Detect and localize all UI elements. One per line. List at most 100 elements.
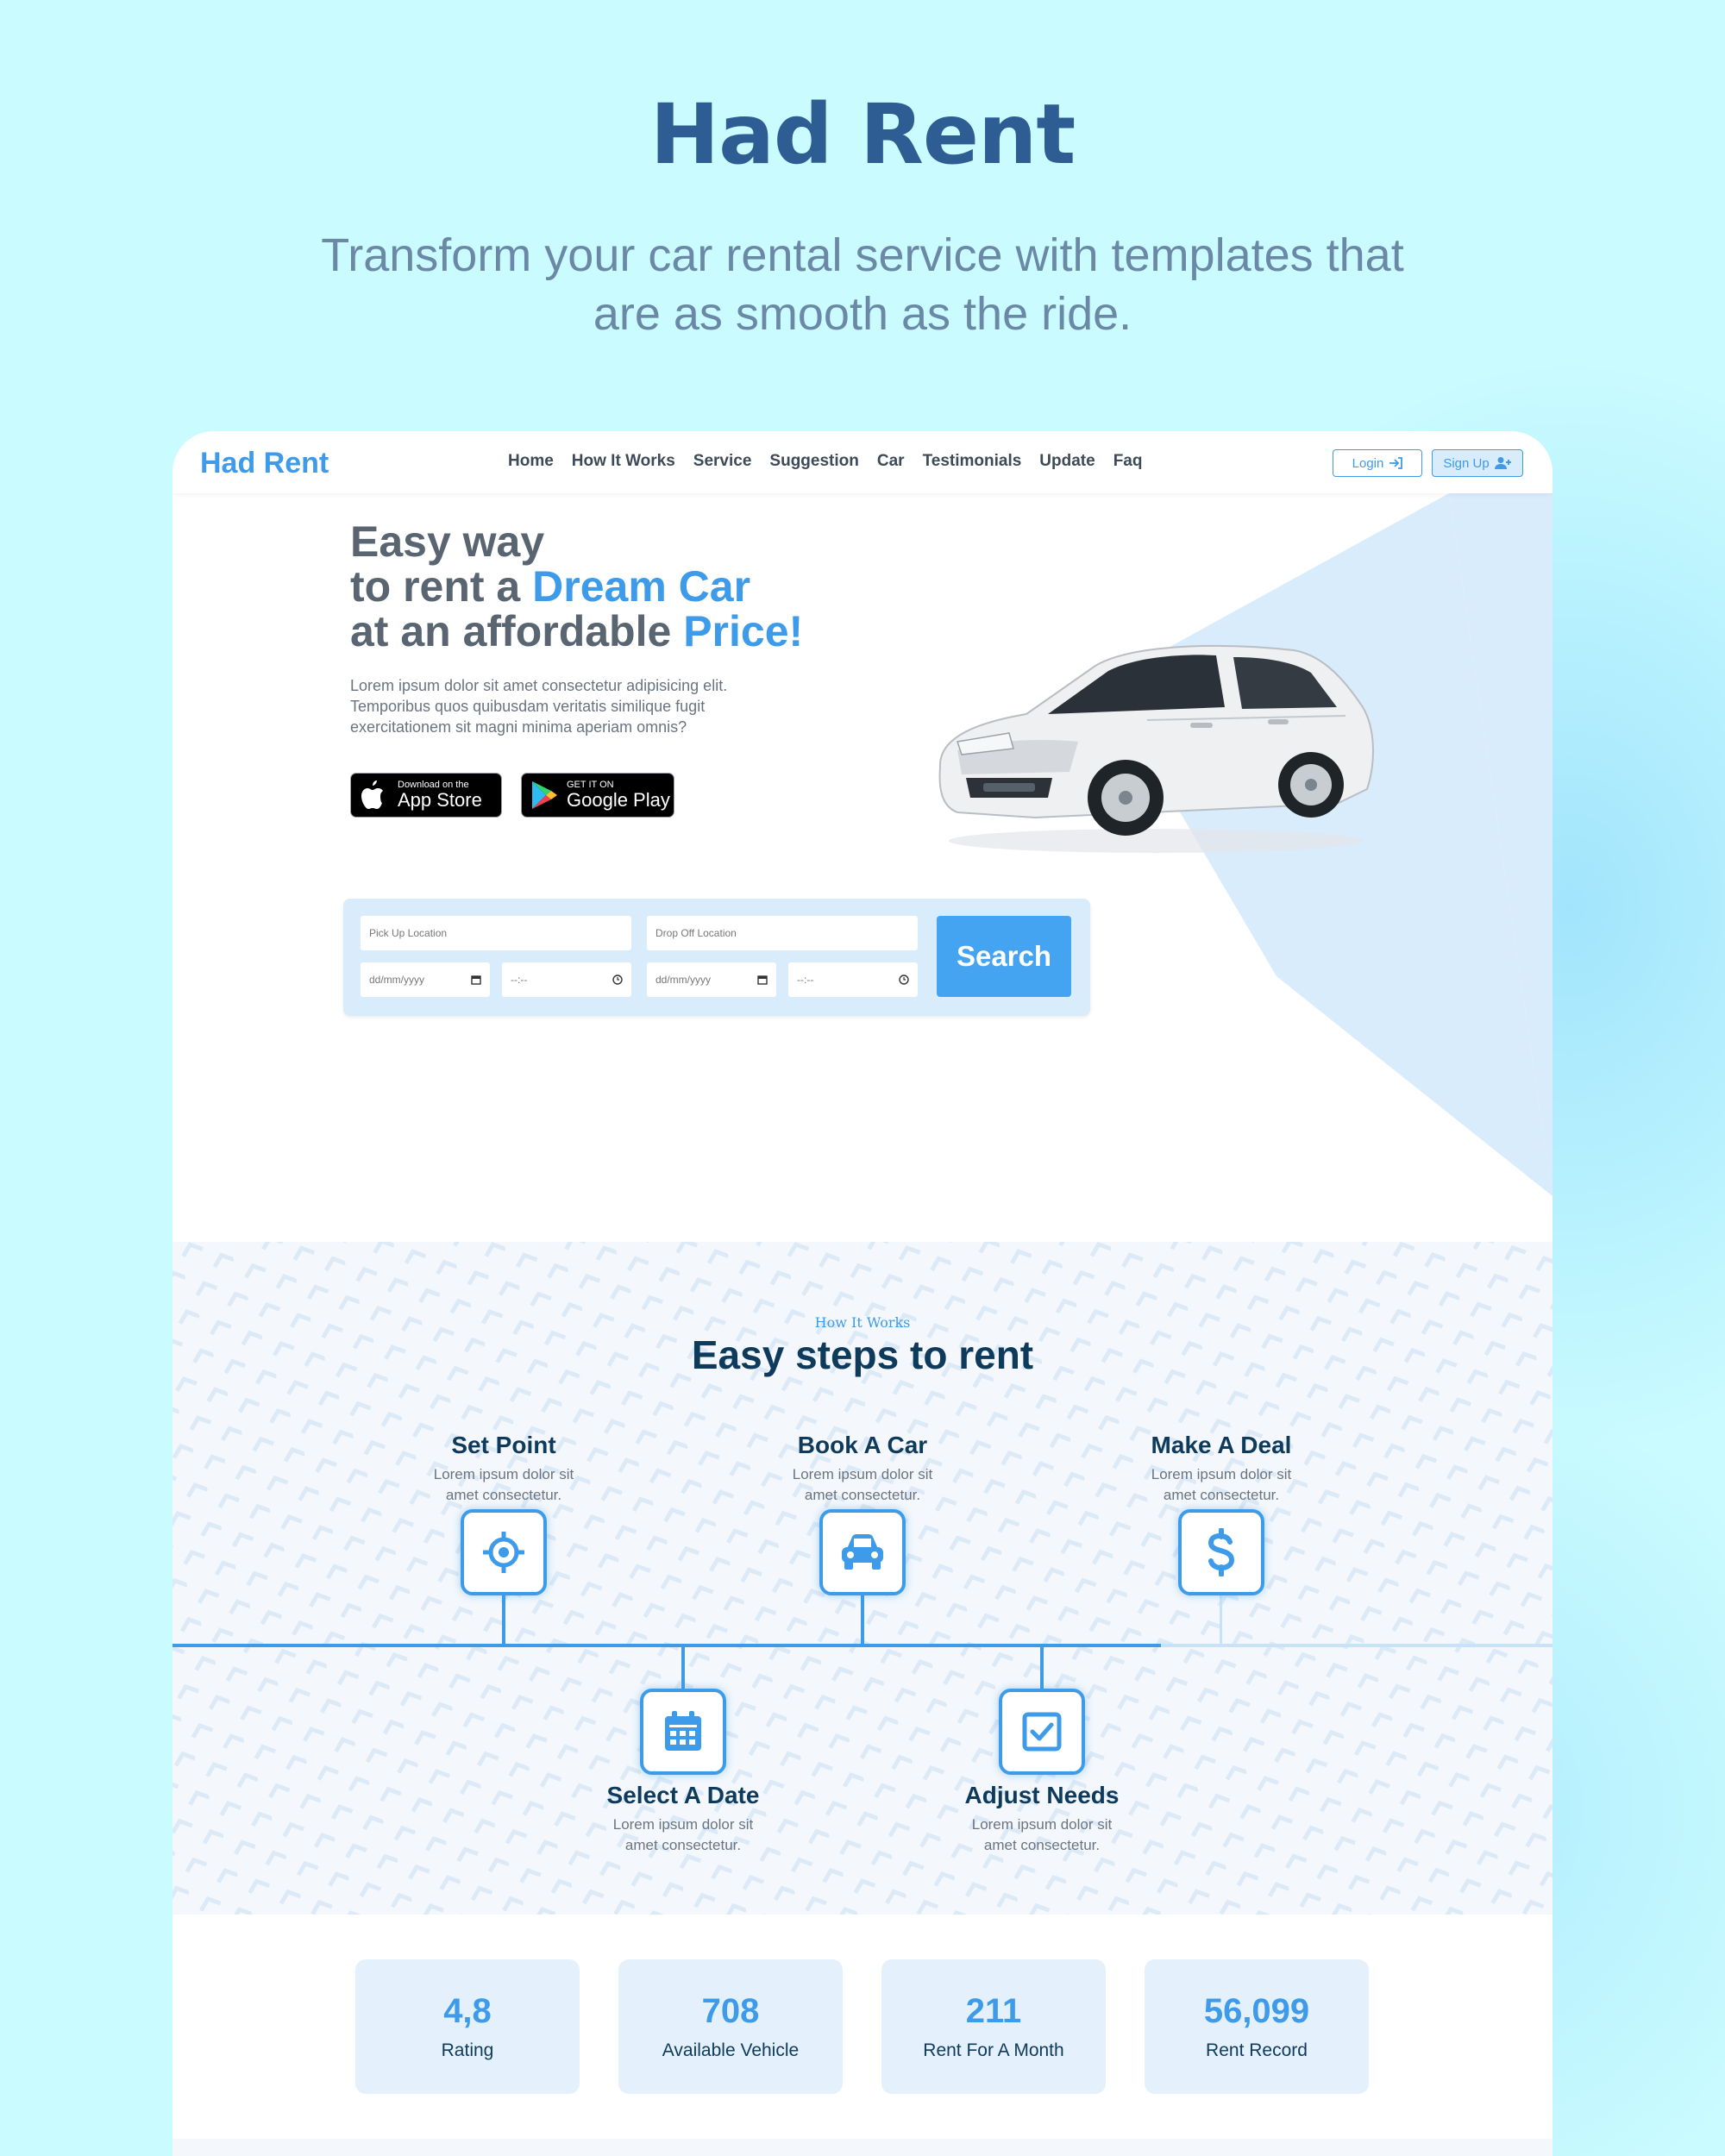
step-title: Set Point <box>451 1432 556 1458</box>
section-eyebrow: How It Works <box>814 1314 911 1331</box>
clock-icon <box>612 975 623 985</box>
nav-link-testimonials[interactable]: Testimonials <box>923 452 1022 471</box>
promo-subtitle-line2: are as smooth as the ride. <box>593 288 1132 340</box>
website-preview: Had Rent Home How It Works Service Sugge… <box>172 431 1552 2156</box>
app-store-badge[interactable]: Download on the App Store <box>350 773 502 818</box>
nav-link-service[interactable]: Service <box>693 452 752 471</box>
step-box-set-point[interactable] <box>461 1509 547 1595</box>
hero-description: Lorem ipsum dolor sit amet consectetur a… <box>350 677 728 736</box>
brand-logo[interactable]: Had Rent <box>200 447 329 480</box>
section-heading: Easy steps to rent <box>691 1332 1034 1377</box>
calendar-icon <box>665 1711 701 1751</box>
step-desc: Lorem ipsum dolor sit amet consectetur. <box>392 1464 616 1506</box>
promo-subtitle: Transform your car rental service with t… <box>285 226 1440 343</box>
nav-link-faq[interactable]: Faq <box>1113 452 1143 471</box>
nav-links: Home How It Works Service Suggestion Car… <box>508 452 1142 471</box>
stat-card-rent-record: 56,099 Rent Record <box>1145 1959 1369 2094</box>
hero-line1: Easy way <box>350 517 545 566</box>
login-button[interactable]: Login <box>1333 449 1422 477</box>
dropoff-location-input[interactable]: Drop Off Location <box>647 916 918 950</box>
step-box-make-deal[interactable] <box>1178 1509 1264 1595</box>
stat-value: 56,099 <box>1203 1992 1310 2030</box>
clock-icon <box>899 975 909 985</box>
step-desc-line: Lorem ipsum dolor sit <box>792 1466 933 1482</box>
stat-value: 211 <box>965 1992 1022 2030</box>
step-desc-line: Lorem ipsum dolor sit <box>612 1816 754 1833</box>
nav-link-how-it-works[interactable]: How It Works <box>572 452 675 471</box>
google-play-big-text: Google Play <box>567 789 670 811</box>
nav-link-update[interactable]: Update <box>1039 452 1095 471</box>
stat-label: Available Vehicle <box>662 2040 800 2060</box>
pickup-location-input[interactable]: Pick Up Location <box>361 916 631 950</box>
signup-label: Sign Up <box>1443 455 1490 471</box>
nav-link-suggestion[interactable]: Suggestion <box>769 452 858 471</box>
hero-line3: at an affordable Price! <box>350 609 803 654</box>
dropoff-date-placeholder: dd/mm/yyyy <box>656 974 712 986</box>
app-store-big-text: App Store <box>398 789 482 811</box>
navbar: Had Rent Home How It Works Service Sugge… <box>172 431 1552 493</box>
connector-make-deal <box>1220 1595 1222 1645</box>
search-button[interactable]: Search <box>937 916 1071 997</box>
connector-set-point <box>502 1595 505 1645</box>
pickup-date-placeholder: dd/mm/yyyy <box>369 974 425 986</box>
promo-title: Had Rent <box>649 86 1076 183</box>
calendar-small-icon <box>757 975 768 985</box>
step-desc: Lorem ipsum dolor sit amet consectetur. <box>1109 1464 1333 1506</box>
step-title: Book A Car <box>797 1432 928 1458</box>
hero-line2-prefix: to rent a <box>350 562 533 611</box>
pickup-time-input[interactable]: --:-- <box>502 962 631 997</box>
stat-card-available-vehicle: 708 Available Vehicle <box>618 1959 843 2094</box>
dollar-icon <box>1208 1528 1235 1576</box>
next-section-edge <box>172 2139 1552 2156</box>
step-title: Adjust Needs <box>964 1782 1120 1808</box>
stat-label: Rating <box>441 2040 494 2060</box>
step-desc-line: amet consectetur. <box>1163 1487 1280 1503</box>
step-desc-line: Lorem ipsum dolor sit <box>971 1816 1113 1833</box>
timeline-line <box>172 1644 1161 1647</box>
promo-subtitle-line1: Transform your car rental service with t… <box>321 229 1404 281</box>
step-title: Select A Date <box>606 1782 760 1808</box>
step-box-select-date[interactable] <box>640 1689 726 1775</box>
hero-line2: to rent a Dream Car <box>350 564 803 609</box>
connector-book-car <box>861 1595 864 1645</box>
connector-select-date <box>681 1645 685 1690</box>
car-image <box>938 644 1374 853</box>
how-it-works-section: How It Works Easy steps to rent Set Poin… <box>172 1242 1552 1915</box>
car-icon <box>842 1534 883 1570</box>
stat-label: Rent Record <box>1206 2040 1308 2060</box>
signup-button[interactable]: Sign Up <box>1432 449 1523 477</box>
checkbox-icon <box>1022 1712 1062 1752</box>
step-box-adjust-needs[interactable] <box>999 1689 1085 1775</box>
add-user-icon <box>1494 457 1511 469</box>
dropoff-time-input[interactable]: --:-- <box>788 962 918 997</box>
stat-value: 4,8 <box>443 1992 492 2030</box>
pickup-date-input[interactable]: dd/mm/yyyy <box>361 962 490 997</box>
step-title: Make A Deal <box>1151 1432 1292 1458</box>
search-panel: Pick Up Location Drop Off Location dd/mm… <box>343 899 1090 1016</box>
dropoff-placeholder: Drop Off Location <box>656 927 737 939</box>
step-desc-line: Lorem ipsum dolor sit <box>1151 1466 1292 1482</box>
step-desc-line: amet consectetur. <box>983 1837 1101 1853</box>
calendar-small-icon <box>471 975 481 985</box>
apple-icon <box>361 780 383 809</box>
google-play-text: GET IT ON Google Play <box>567 780 670 811</box>
stat-value: 708 <box>701 1992 760 2030</box>
stat-card-rent-month: 211 Rent For A Month <box>881 1959 1106 2094</box>
step-desc: Lorem ipsum dolor sit amet consectetur. <box>930 1814 1154 1856</box>
step-desc-line: amet consectetur. <box>804 1487 921 1503</box>
hero-line3-prefix: at an affordable <box>350 607 684 655</box>
step-desc: Lorem ipsum dolor sit amet consectetur. <box>571 1814 795 1856</box>
app-store-text: Download on the App Store <box>398 780 482 811</box>
stat-card-rating: 4,8 Rating <box>355 1959 580 2094</box>
step-desc-line: Lorem ipsum dolor sit <box>433 1466 574 1482</box>
nav-link-home[interactable]: Home <box>508 452 554 471</box>
nav-link-car[interactable]: Car <box>877 452 905 471</box>
step-desc: Lorem ipsum dolor sit amet consectetur. <box>750 1464 975 1506</box>
stat-label: Rent For A Month <box>923 2040 1064 2060</box>
dropoff-date-input[interactable]: dd/mm/yyyy <box>647 962 776 997</box>
hero-line2-accent: Dream Car <box>532 562 751 611</box>
step-box-book-car[interactable] <box>819 1509 906 1595</box>
google-play-badge[interactable]: GET IT ON Google Play <box>521 773 674 818</box>
dropoff-time-placeholder: --:-- <box>797 974 814 986</box>
login-arrow-icon <box>1389 457 1403 469</box>
